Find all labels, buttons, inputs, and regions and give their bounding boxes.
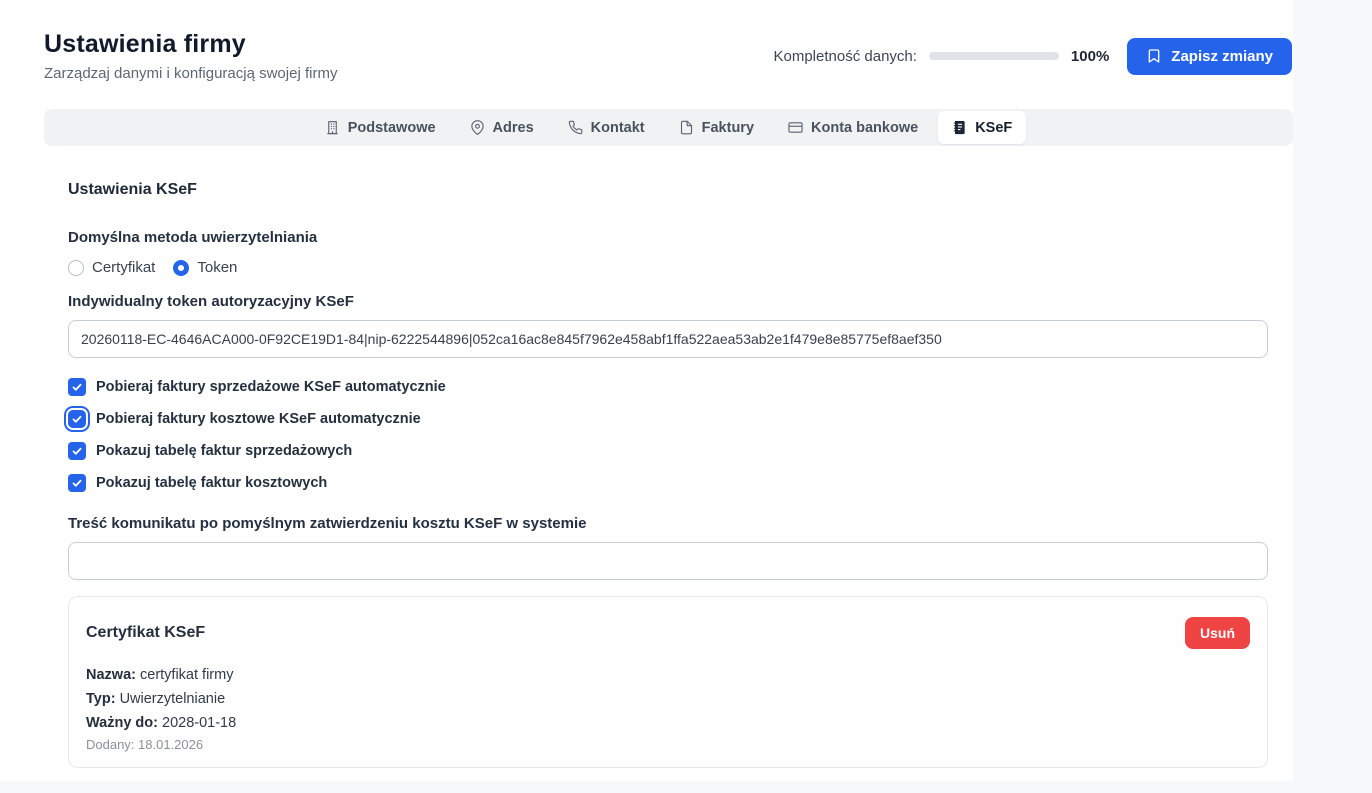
building-icon — [325, 120, 340, 135]
tab-label: Podstawowe — [348, 120, 436, 136]
bookmark-icon — [1146, 48, 1162, 64]
radio-checked-icon[interactable] — [173, 260, 189, 276]
tab-label: Konta bankowe — [811, 120, 918, 136]
page-title: Ustawienia firmy — [44, 30, 337, 59]
field-label: Nazwa: — [86, 667, 136, 683]
checkbox-label: Pokazuj tabelę faktur kosztowych — [96, 475, 327, 491]
radio-option-token[interactable]: Token — [173, 259, 237, 276]
checkbox-label: Pobieraj faktury sprzedażowe KSeF automa… — [96, 379, 446, 395]
auth-method-radio-group: Certyfikat Token — [68, 259, 1268, 276]
checkbox-checked-icon[interactable] — [68, 442, 86, 460]
field-label: Ważny do: — [86, 715, 158, 731]
message-field-label: Treść komunikatu po pomyślnym zatwierdze… — [68, 515, 1268, 532]
message-input[interactable] — [68, 542, 1268, 580]
field-value: certyfikat firmy — [140, 667, 233, 683]
header-actions: Kompletność danych: 100% Zapisz zmiany — [774, 38, 1294, 75]
checkbox-pokazuj-kosztowych[interactable]: Pokazuj tabelę faktur kosztowych — [68, 472, 1268, 494]
certificate-field-nazwa: Nazwa: certyfikat firmy — [86, 663, 1250, 687]
checkbox-label: Pobieraj faktury kosztowe KSeF automatyc… — [96, 411, 421, 427]
token-field-label: Indywidualny token autoryzacyjny KSeF — [68, 293, 1268, 310]
receipt-icon — [952, 120, 967, 135]
page-subtitle: Zarządzaj danymi i konfiguracją swojej f… — [44, 65, 337, 82]
tab-label: Kontakt — [591, 120, 645, 136]
completeness-progress-bar — [929, 52, 1059, 60]
company-settings-panel: Ustawienia firmy Zarządzaj danymi i konf… — [0, 0, 1293, 781]
certificate-field-typ: Typ: Uwierzytelnianie — [86, 687, 1250, 711]
settings-tabbar: Podstawowe Adres Kontakt Faktury Konta b… — [44, 109, 1293, 146]
delete-certificate-button[interactable]: Usuń — [1185, 617, 1250, 649]
checkbox-checked-icon[interactable] — [68, 378, 86, 396]
checkbox-pobieraj-kosztowe[interactable]: Pobieraj faktury kosztowe KSeF automatyc… — [68, 408, 1268, 430]
radio-label: Token — [197, 259, 237, 276]
ksef-checkbox-group: Pobieraj faktury sprzedażowe KSeF automa… — [68, 376, 1268, 494]
completeness-label: Kompletność danych: — [774, 48, 917, 65]
document-icon — [679, 120, 694, 135]
certificate-title: Certyfikat KSeF — [86, 624, 205, 642]
checkbox-checked-icon[interactable] — [68, 474, 86, 492]
map-pin-icon — [470, 120, 485, 135]
tab-label: KSeF — [975, 120, 1012, 136]
tab-adres[interactable]: Adres — [456, 111, 548, 144]
field-value: 2028-01-18 — [162, 715, 236, 731]
save-changes-button[interactable]: Zapisz zmiany — [1127, 38, 1292, 75]
radio-label: Certyfikat — [92, 259, 155, 276]
radio-unchecked-icon[interactable] — [68, 260, 84, 276]
certificate-field-wazny-do: Ważny do: 2028-01-18 — [86, 711, 1250, 735]
radio-option-certyfikat[interactable]: Certyfikat — [68, 259, 155, 276]
tab-konta-bankowe[interactable]: Konta bankowe — [774, 111, 932, 144]
tab-ksef[interactable]: KSeF — [938, 111, 1026, 144]
tab-faktury[interactable]: Faktury — [665, 111, 768, 144]
checkbox-checked-icon[interactable] — [68, 410, 86, 428]
field-value: Uwierzytelnianie — [120, 691, 226, 707]
certificate-fields: Nazwa: certyfikat firmy Typ: Uwierzyteln… — [86, 663, 1250, 752]
certificate-card: Certyfikat KSeF Usuń Nazwa: certyfikat f… — [68, 596, 1268, 768]
checkbox-pokazuj-sprzedazowych[interactable]: Pokazuj tabelę faktur sprzedażowych — [68, 440, 1268, 462]
certificate-card-header: Certyfikat KSeF Usuń — [86, 617, 1250, 649]
save-changes-label: Zapisz zmiany — [1171, 48, 1273, 65]
token-input[interactable] — [68, 320, 1268, 358]
tab-podstawowe[interactable]: Podstawowe — [311, 111, 450, 144]
tab-label: Faktury — [702, 120, 754, 136]
field-label: Typ: — [86, 691, 116, 707]
page-header: Ustawienia firmy Zarządzaj danymi i konf… — [0, 0, 1293, 82]
checkbox-label: Pokazuj tabelę faktur sprzedażowych — [96, 443, 352, 459]
auth-method-label: Domyślna metoda uwierzytelniania — [68, 229, 1268, 246]
phone-icon — [568, 120, 583, 135]
tab-label: Adres — [493, 120, 534, 136]
certificate-added-date: Dodany: 18.01.2026 — [86, 737, 1250, 752]
checkbox-pobieraj-sprzedazowe[interactable]: Pobieraj faktury sprzedażowe KSeF automa… — [68, 376, 1268, 398]
tab-kontakt[interactable]: Kontakt — [554, 111, 659, 144]
page-title-block: Ustawienia firmy Zarządzaj danymi i konf… — [44, 30, 337, 82]
ksef-settings-content: Ustawienia KSeF Domyślna metoda uwierzyt… — [0, 181, 1293, 768]
section-title: Ustawienia KSeF — [68, 181, 1268, 199]
completeness-value: 100% — [1071, 48, 1109, 65]
credit-card-icon — [788, 120, 803, 135]
